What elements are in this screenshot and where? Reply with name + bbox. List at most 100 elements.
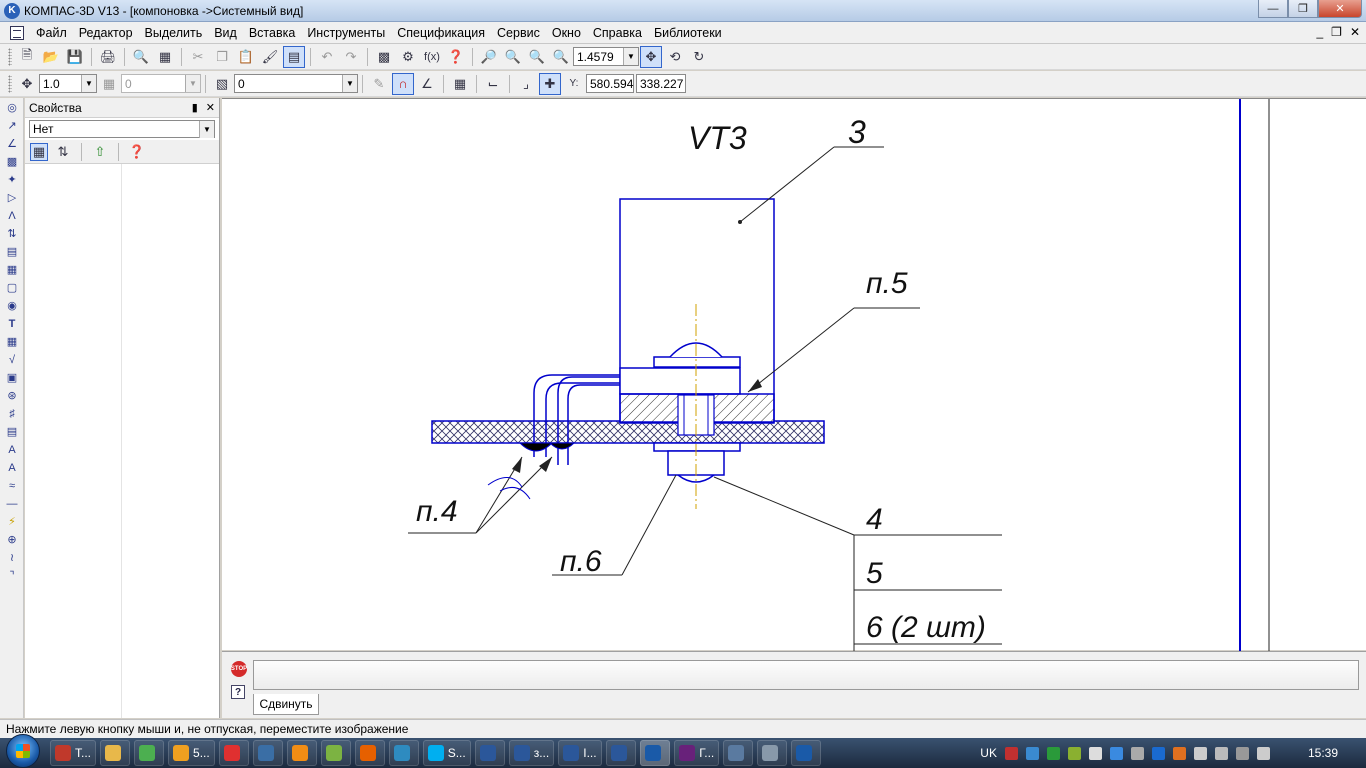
taskbar-item[interactable]: T... — [50, 740, 97, 766]
doc-restore-icon[interactable]: ❐ — [1331, 25, 1342, 39]
local-snap-icon[interactable]: ∠ — [416, 73, 438, 95]
utorrent-tray-icon[interactable] — [1067, 746, 1081, 760]
volume-icon[interactable] — [1193, 746, 1207, 760]
restore-button[interactable]: ❐ — [1288, 0, 1318, 18]
chevron-down-icon[interactable]: ▼ — [81, 75, 96, 92]
menu-insert[interactable]: Вставка — [243, 26, 301, 40]
designations-icon[interactable]: ∠ — [2, 135, 22, 152]
axis-line-icon[interactable]: — — [2, 495, 22, 512]
properties-panel-icon[interactable]: ▤ — [283, 45, 305, 68]
menu-file[interactable]: Файл — [30, 26, 73, 40]
refresh-view-icon[interactable]: ⟲ — [664, 46, 686, 68]
view-arrow-icon[interactable]: A — [2, 459, 22, 476]
copy-icon[interactable]: ❐ — [211, 46, 233, 68]
document-menu-icon[interactable] — [10, 25, 24, 40]
spec-icon[interactable]: ▦ — [2, 261, 22, 278]
pcb-board[interactable] — [431, 420, 825, 444]
dimensions-icon[interactable]: ↗ — [2, 117, 22, 134]
lightning-icon[interactable]: ⚡ — [2, 513, 22, 530]
taskbar-item[interactable]: Г... — [674, 740, 720, 766]
angle-combo[interactable]: 0 ▼ — [121, 74, 201, 93]
bluetooth-icon[interactable] — [1151, 746, 1165, 760]
zoom-window-icon[interactable]: 🔎 — [478, 46, 500, 68]
layer-icon[interactable]: ▧ — [211, 73, 233, 95]
geometry-icon[interactable]: ◎ — [2, 99, 22, 116]
local-coordinates-icon[interactable]: ⌙ — [482, 73, 504, 95]
taskbar-item[interactable]: S... — [422, 740, 471, 766]
close-icon[interactable]: ✕ — [206, 101, 215, 114]
cursor-y-field[interactable]: 338.227 — [636, 74, 686, 93]
paste-icon[interactable]: 📋 — [235, 46, 257, 68]
library-manager-icon[interactable]: ▩ — [373, 46, 395, 68]
help-icon[interactable]: ❓ — [128, 143, 146, 161]
layer-combo[interactable]: 0 ▼ — [234, 74, 358, 93]
minimize-button[interactable]: — — [1258, 0, 1288, 18]
drawing-svg[interactable]: VT3 3 п.5 п.4 п.6 4 5 6 (2 шт) — [222, 99, 1366, 651]
break-icon[interactable]: ≈ — [2, 477, 22, 494]
undo-icon[interactable]: ↶ — [316, 46, 338, 68]
chevron-down-icon[interactable]: ▼ — [623, 48, 638, 65]
menu-editor[interactable]: Редактор — [73, 26, 139, 40]
edit-icon[interactable]: ▩ — [2, 153, 22, 170]
mount-plate[interactable] — [619, 367, 741, 395]
taskbar-item[interactable] — [723, 740, 754, 766]
leader-icon[interactable]: ⊛ — [2, 387, 22, 404]
object-select[interactable]: Нет ▼ — [29, 120, 215, 138]
wave-line-icon[interactable]: ≀ — [2, 549, 22, 566]
device-icon[interactable] — [1214, 746, 1228, 760]
zoom-out-icon[interactable]: 🔍 — [526, 46, 548, 68]
save-icon[interactable]: 💾 — [64, 46, 86, 68]
taskbar-item[interactable] — [606, 740, 637, 766]
cursor-x-field[interactable]: 580.594 — [586, 74, 634, 93]
menu-specification[interactable]: Спецификация — [391, 26, 491, 40]
manager-icon[interactable]: ▦ — [154, 46, 176, 68]
tolerance-icon[interactable]: ▤ — [2, 423, 22, 440]
dropbox-icon[interactable] — [1109, 746, 1123, 760]
section-arrow-icon[interactable]: A — [2, 441, 22, 458]
open-icon[interactable]: 📂 — [40, 46, 62, 68]
taskbar-item[interactable] — [388, 740, 419, 766]
monitor-tray-icon[interactable] — [1256, 746, 1270, 760]
recalc-icon[interactable]: ⇧ — [91, 143, 109, 161]
parametrization-icon[interactable]: ✦ — [2, 171, 22, 188]
antivirus-icon[interactable] — [1004, 746, 1018, 760]
taskbar-item[interactable] — [218, 740, 249, 766]
help-icon[interactable]: ? — [231, 685, 245, 699]
sort-icon[interactable]: ⇅ — [54, 143, 72, 161]
grid-icon[interactable]: ▦ — [449, 73, 471, 95]
start-button[interactable] — [6, 734, 40, 768]
clock[interactable]: 15:39 — [1308, 746, 1338, 760]
redo-icon[interactable]: ↷ — [340, 46, 362, 68]
position-icon[interactable]: ♯ — [2, 405, 22, 422]
tab-move[interactable]: Сдвинуть — [253, 694, 319, 715]
taskbar-item[interactable] — [320, 740, 351, 766]
drawing-canvas[interactable]: VT3 3 п.5 п.4 п.6 4 5 6 (2 шт) — [222, 98, 1366, 651]
roughness-icon[interactable]: √ — [2, 351, 22, 368]
taskbar-item[interactable] — [134, 740, 165, 766]
chevron-down-icon[interactable]: ▼ — [342, 75, 357, 92]
download-icon[interactable] — [1046, 746, 1060, 760]
menu-select[interactable]: Выделить — [139, 26, 209, 40]
command-input-area[interactable] — [253, 660, 1359, 690]
bracket-icon[interactable]: ⌝ — [2, 567, 22, 584]
angle-icon[interactable]: ▦ — [98, 73, 120, 95]
taskbar-item[interactable]: 5... — [168, 740, 215, 766]
categorized-icon[interactable]: ▦ — [30, 142, 48, 161]
close-button[interactable]: ✕ — [1318, 0, 1362, 18]
flag-icon[interactable] — [1235, 746, 1249, 760]
zoom-in-icon[interactable]: 🔍 — [502, 46, 524, 68]
context-help-icon[interactable]: ❓ — [445, 46, 467, 68]
menu-view[interactable]: Вид — [208, 26, 243, 40]
menu-help[interactable]: Справка — [587, 26, 648, 40]
menu-tools[interactable]: Инструменты — [301, 26, 391, 40]
zoom-scale-icon[interactable]: 🔍 — [550, 46, 572, 68]
taskbar-item[interactable] — [757, 740, 788, 766]
pin-icon[interactable]: ▮ — [192, 101, 198, 114]
doc-minimize-icon[interactable]: _ — [1316, 25, 1323, 39]
preview-icon[interactable]: 🔍 — [130, 46, 152, 68]
associative-views-icon[interactable]: ▤ — [2, 243, 22, 260]
doc-close-icon[interactable]: ✕ — [1350, 25, 1360, 39]
zoom-combo[interactable]: 1.4579 ▼ — [573, 47, 639, 66]
taskbar-item[interactable] — [354, 740, 385, 766]
taskbar-item[interactable] — [286, 740, 317, 766]
